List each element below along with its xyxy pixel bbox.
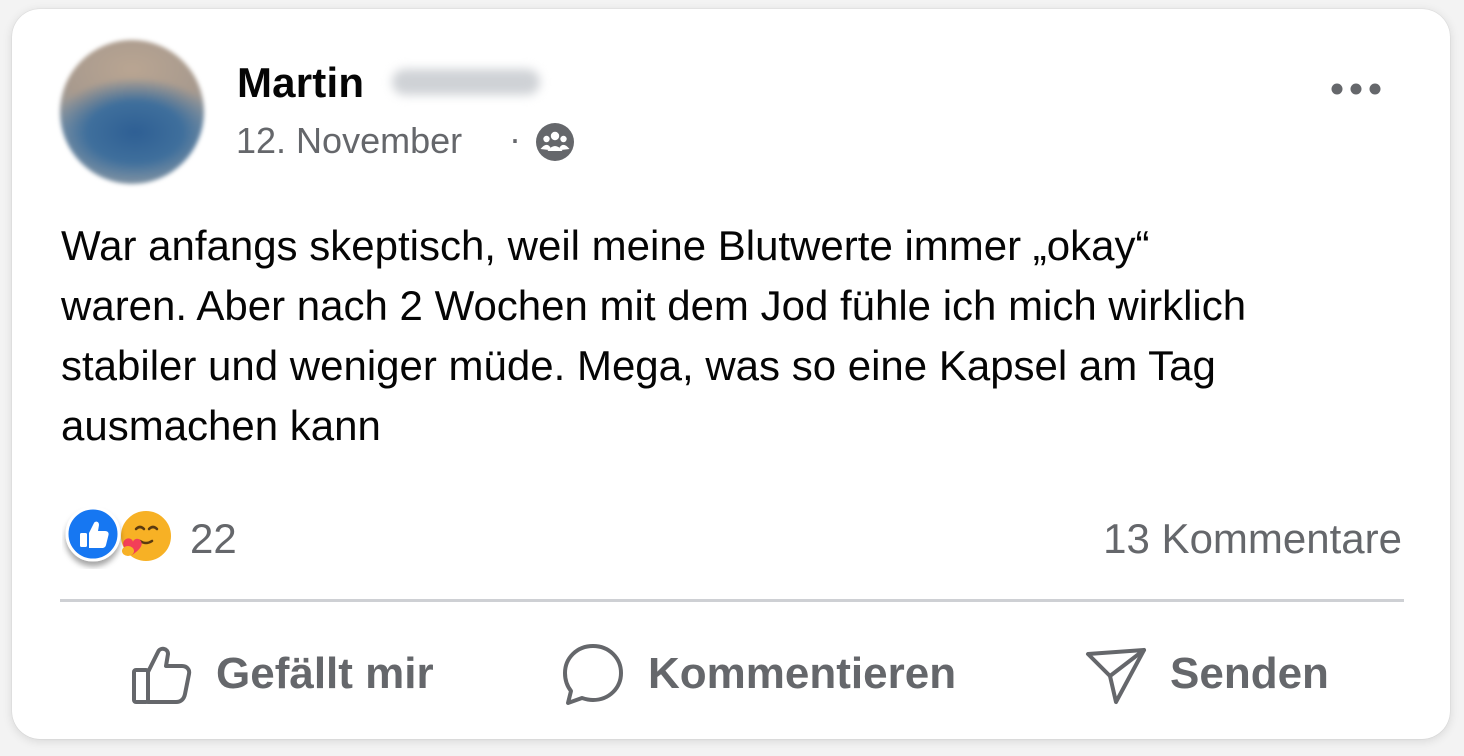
like-button-label: Gefällt mir (216, 649, 434, 698)
divider (60, 599, 1404, 602)
like-button[interactable]: Gefällt mir (130, 639, 434, 709)
more-options-icon[interactable] (1328, 79, 1384, 99)
send-button[interactable]: Senden (1084, 639, 1329, 709)
author-name[interactable]: Martin (237, 59, 364, 107)
post-date[interactable]: 12. November (236, 120, 462, 162)
post-text: War anfangs skeptisch, weil meine Blutwe… (61, 222, 1247, 449)
send-icon (1086, 648, 1146, 704)
comment-count[interactable]: 13 Kommentare (1103, 515, 1402, 563)
comment-button-label: Kommentieren (648, 649, 957, 698)
comment-icon (563, 644, 623, 705)
reaction-count[interactable]: 22 (190, 515, 237, 563)
care-icon (119, 509, 173, 563)
comment-button[interactable]: Kommentieren (560, 639, 956, 709)
author-surname-redacted (392, 69, 540, 95)
reaction-icons[interactable] (62, 507, 178, 569)
post-card: Martin 12. November · War anfangs skepti… (12, 9, 1450, 739)
avatar[interactable] (60, 40, 204, 184)
meta-separator: · (509, 118, 521, 159)
thumbs-up-icon (132, 646, 192, 704)
friends-icon[interactable] (534, 121, 576, 163)
like-icon (65, 507, 121, 562)
send-button-label: Senden (1170, 649, 1329, 698)
